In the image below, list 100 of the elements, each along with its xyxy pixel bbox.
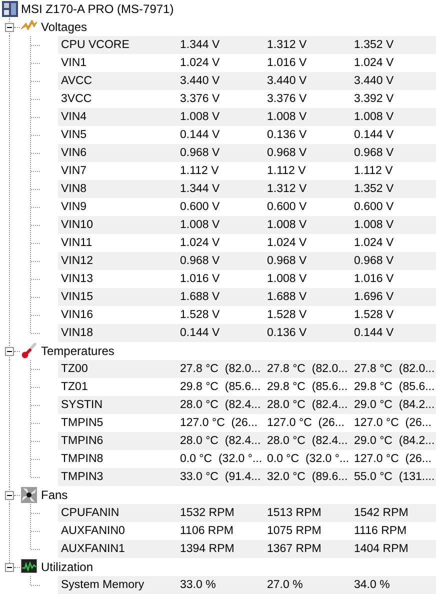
sensor-value: 27.8 °C (82.0... xyxy=(354,363,436,375)
sensor-row[interactable]: 3VCC 3.376 V 3.376 V 3.392 V xyxy=(58,90,436,108)
sensor-row[interactable]: CPU VCORE 1.344 V 1.312 V 1.352 V xyxy=(58,36,436,54)
sensor-row[interactable]: AUXFANIN1 1394 RPM 1367 RPM 1404 RPM xyxy=(58,540,436,558)
collapse-icon[interactable] xyxy=(5,347,14,356)
sensor-row[interactable]: VIN11 1.024 V 1.024 V 1.024 V xyxy=(58,234,436,252)
sensor-row[interactable]: TMPIN6 28.0 °C (82.4... 28.0 °C (82.4... 29.0 °C (84.2... xyxy=(58,432,436,450)
sensor-row[interactable]: AVCC 3.440 V 3.440 V 3.440 V xyxy=(58,72,436,90)
sensor-value: 0.600 V xyxy=(354,201,395,213)
sensor-row[interactable]: VIN15 1.688 V 1.688 V 1.696 V xyxy=(58,288,436,306)
sensor-value: 1394 RPM xyxy=(180,543,236,555)
sensor-value: 28.0 °C (82.4... xyxy=(180,399,262,411)
collapse-icon[interactable] xyxy=(5,563,14,572)
sensor-value: 127.0 °C (26... xyxy=(354,417,432,429)
sensor-name: TMPIN6 xyxy=(60,435,104,447)
sensor-name: TMPIN3 xyxy=(60,471,104,483)
sensor-name: VIN11 xyxy=(60,237,94,249)
sensor-value: 1.016 V xyxy=(267,57,308,69)
sensor-value: 29.0 °C (84.2... xyxy=(354,399,436,411)
sensor-value: 1.024 V xyxy=(180,237,221,249)
sensor-row[interactable]: TZ00 27.8 °C (82.0... 27.8 °C (82.0... 27.8 °C (82.0... xyxy=(58,360,436,378)
sensor-name: SYSTIN xyxy=(60,399,104,411)
group-label[interactable]: Temperatures xyxy=(41,344,114,358)
sensor-name: CPUFANIN xyxy=(60,507,120,519)
sensor-name: VIN8 xyxy=(60,183,88,195)
sensor-name: TMPIN5 xyxy=(60,417,104,429)
sensor-value: 1513 RPM xyxy=(267,507,322,519)
sensor-name: TZ01 xyxy=(60,381,89,393)
sensor-value: 1.008 V xyxy=(180,111,221,123)
sensor-value: 1106 RPM xyxy=(180,525,234,537)
sensor-value: 1.024 V xyxy=(180,57,221,69)
sensor-value: 3.392 V xyxy=(354,93,395,105)
collapse-icon[interactable] xyxy=(5,23,14,32)
sensor-value: 1.688 V xyxy=(267,291,308,303)
sensor-row[interactable]: TMPIN3 33.0 °C (91.4... 32.0 °C (89.6... 55.0 °C (131.... xyxy=(58,468,436,486)
tree-lines-drawing xyxy=(30,576,41,586)
sensor-value: 1367 RPM xyxy=(267,543,322,555)
sensor-value: 1075 RPM xyxy=(267,525,322,537)
sensor-row[interactable]: VIN13 1.016 V 1.008 V 1.016 V xyxy=(58,270,436,288)
collapse-icon[interactable] xyxy=(5,491,14,500)
sensor-value: 0.968 V xyxy=(267,147,308,159)
sensor-value: 1.024 V xyxy=(267,237,308,249)
sensor-value: 3.440 V xyxy=(180,75,221,87)
sensor-row[interactable]: VIN1 1.024 V 1.016 V 1.024 V xyxy=(58,54,436,72)
sensor-value: 0.600 V xyxy=(180,201,221,213)
sensor-value: 29.8 °C (85.6... xyxy=(180,381,262,393)
sensor-name: VIN6 xyxy=(60,147,88,159)
sensor-value: 1.112 V xyxy=(267,165,307,177)
sensor-row[interactable]: VIN8 1.344 V 1.312 V 1.352 V xyxy=(58,180,436,198)
sensor-value: 127.0 °C (26... xyxy=(180,417,258,429)
sensor-row[interactable]: CPUFANIN 1532 RPM 1513 RPM 1542 RPM xyxy=(58,504,436,522)
sensor-row[interactable]: VIN9 0.600 V 0.600 V 0.600 V xyxy=(58,198,436,216)
sensor-value: 1.112 V xyxy=(180,165,220,177)
group-label[interactable]: Fans xyxy=(41,488,68,502)
sensor-row[interactable]: VIN4 1.008 V 1.008 V 1.008 V xyxy=(58,108,436,126)
sensor-row[interactable]: VIN16 1.528 V 1.528 V 1.528 V xyxy=(58,306,436,324)
sensor-name: System Memory xyxy=(60,579,146,591)
sensor-row[interactable]: SYSTIN 28.0 °C (82.4... 28.0 °C (82.4... 29.0 °C (84.2... xyxy=(58,396,436,414)
sensor-value: 0.600 V xyxy=(267,201,308,213)
sensor-value: 1.344 V xyxy=(180,183,221,195)
sensor-name: TZ00 xyxy=(60,363,89,375)
sensor-value: 28.0 °C (82.4... xyxy=(267,435,349,447)
sensor-row[interactable]: VIN7 1.112 V 1.112 V 1.112 V xyxy=(58,162,436,180)
sensor-name: VIN4 xyxy=(60,111,88,123)
motherboard-icon xyxy=(2,1,18,17)
sensor-row[interactable]: VIN6 0.968 V 0.968 V 0.968 V xyxy=(58,144,436,162)
sensor-row[interactable]: TMPIN5 127.0 °C (26... 127.0 °C (26... 127.0 °C (26... xyxy=(58,414,436,432)
sensor-row[interactable]: TZ01 29.8 °C (85.6... 29.8 °C (85.6... 29.8 °C (85.6... xyxy=(58,378,436,396)
sensor-value: 1.024 V xyxy=(354,57,395,69)
sensor-value: 1404 RPM xyxy=(354,543,410,555)
sensor-name: AUXFANIN0 xyxy=(60,525,126,537)
sensor-value: 28.0 °C (82.4... xyxy=(180,435,262,447)
sensor-row[interactable]: System Memory 33.0 % 27.0 % 34.0 % xyxy=(58,576,436,594)
sensor-row[interactable]: VIN12 0.968 V 0.968 V 0.968 V xyxy=(58,252,436,270)
device-title[interactable]: MSI Z170-A PRO (MS-7971) xyxy=(21,2,174,16)
sensor-name: VIN16 xyxy=(60,309,94,321)
sensor-name: VIN12 xyxy=(60,255,94,267)
sensor-value: 3.376 V xyxy=(180,93,221,105)
sensor-row[interactable]: TMPIN8 0.0 °C (32.0 °... 0.0 °C (32.0 °... 127.0 °C (26... xyxy=(58,450,436,468)
sensor-name: VIN18 xyxy=(60,327,94,339)
sensor-value: 3.376 V xyxy=(267,93,308,105)
activity-graph-icon xyxy=(21,559,37,573)
sensor-name: VIN1 xyxy=(60,57,88,69)
sensor-value: 1.688 V xyxy=(180,291,221,303)
sensor-value: 0.0 °C (32.0 °... xyxy=(180,453,264,465)
sensor-value: 0.144 V xyxy=(180,129,221,141)
sensor-value: 0.144 V xyxy=(354,129,395,141)
group-label[interactable]: Utilization xyxy=(41,560,94,574)
sensor-row[interactable]: VIN5 0.144 V 0.136 V 0.144 V xyxy=(58,126,436,144)
sensor-value: 0.136 V xyxy=(267,327,308,339)
group-label[interactable]: Voltages xyxy=(41,20,88,34)
sensor-value: 0.0 °C (32.0 °... xyxy=(267,453,350,465)
sensor-name: VIN9 xyxy=(60,201,88,213)
sensor-value: 1.008 V xyxy=(267,111,308,123)
sensor-row[interactable]: VIN18 0.144 V 0.136 V 0.144 V xyxy=(58,324,436,342)
sensor-row[interactable]: AUXFANIN0 1106 RPM 1075 RPM 1116 RPM xyxy=(58,522,436,540)
sensor-row[interactable]: VIN10 1.008 V 1.008 V 1.008 V xyxy=(58,216,436,234)
sensor-name: VIN5 xyxy=(60,129,88,141)
sensor-value: 1.008 V xyxy=(354,219,395,231)
sensor-value: 0.144 V xyxy=(354,327,395,339)
